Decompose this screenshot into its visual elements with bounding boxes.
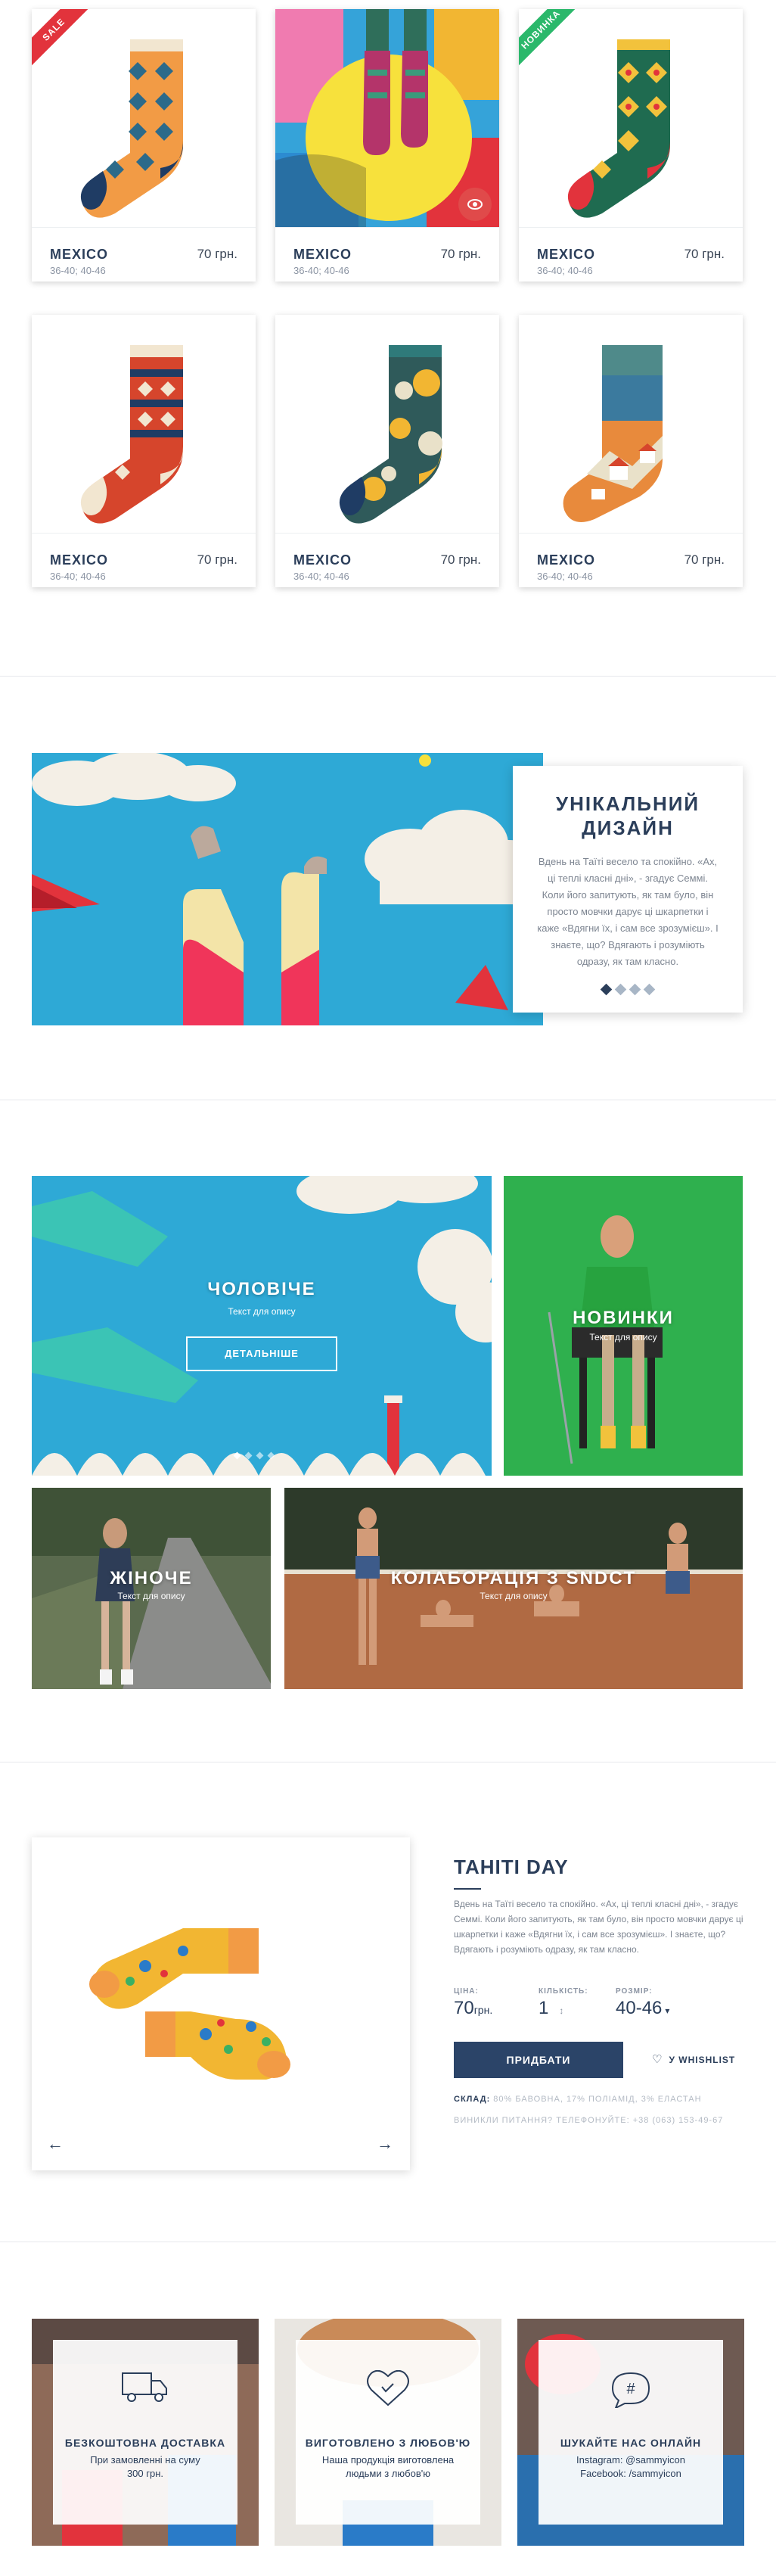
eye-icon [467, 199, 483, 210]
product-price: 70 грн. [684, 552, 725, 567]
sock-icon [567, 39, 670, 218]
feature-online: # ШУКАЙТЕ НАС ОНЛАЙН Instagram: @sammyic… [517, 2319, 744, 2546]
product-price: 70 грн. [684, 247, 725, 261]
category-subtitle: Текст для опису [117, 1591, 185, 1601]
details-button[interactable]: ДЕТАЛЬНІШЕ [186, 1336, 337, 1371]
product-name[interactable]: MEXICO [537, 247, 595, 263]
category-new[interactable]: НОВИНКИ Текст для опису [504, 1176, 743, 1476]
category-women[interactable]: ЖІНОЧЕ Текст для опису [32, 1488, 271, 1689]
quantity-stepper[interactable]: 1 ↕ [539, 1998, 563, 2019]
unique-design-panel: УНІКАЛЬНИЙ ДИЗАЙН Вдень на Таїті весело … [513, 766, 743, 1013]
slider-dot[interactable] [643, 983, 656, 996]
slider-dot[interactable] [600, 983, 613, 996]
truck-icon [122, 2372, 167, 2402]
size-select[interactable]: 40-46 ▾ [616, 1998, 669, 2019]
product-card[interactable]: MEXICO 70 грн. 36-40; 40-46 [519, 315, 743, 587]
stepper-arrows-icon[interactable]: ↕ [559, 2005, 563, 2016]
chevron-down-icon[interactable]: ▾ [665, 2005, 669, 2016]
product-card[interactable]: НОВИНКА MEXICO 70 грн. 36-40; 40-46 [519, 9, 743, 282]
hashtag-chat-icon: # [611, 2372, 650, 2408]
slider-dot[interactable] [256, 1451, 264, 1460]
slider-dots [513, 983, 743, 996]
slider-dot[interactable] [244, 1451, 253, 1460]
quick-view-button[interactable] [458, 188, 492, 221]
sock-icon [563, 345, 663, 522]
slider-dots [233, 1451, 275, 1460]
sock-icon [80, 39, 183, 218]
sock-icon [80, 345, 183, 524]
buy-button[interactable]: ПРИДБАТИ [454, 2042, 623, 2078]
quantity-label: КІЛЬКІСТЬ: [539, 1987, 588, 1996]
product-sizes: 36-40; 40-46 [293, 571, 349, 582]
feature-title: БЕЗКОШТОВНА ДОСТАВКА [64, 2437, 226, 2449]
product-image[interactable]: SALE [32, 9, 256, 227]
product-sizes: 36-40; 40-46 [293, 265, 349, 276]
price-value: 70грн. [454, 1998, 493, 2018]
prev-arrow-icon[interactable]: ← [47, 2134, 64, 2154]
feature-text: Наша продукція виготовлена людьми з любов… [321, 2454, 455, 2479]
heart-icon [367, 2370, 409, 2406]
title-underline [454, 1888, 481, 1890]
product-price: 70 грн. [440, 552, 481, 567]
product-name[interactable]: MEXICO [537, 552, 595, 568]
product-card[interactable]: SALE MEXICO 70 грн. 36-40; 40-46 [32, 9, 256, 282]
category-title: ЖІНОЧЕ [110, 1568, 193, 1588]
product-sizes: 36-40; 40-46 [537, 571, 593, 582]
feature-title: ШУКАЙТЕ НАС ОНЛАЙН [560, 2437, 702, 2449]
product-title: TAHITI DAY [454, 1856, 569, 1878]
product-card[interactable]: MEXICO 70 грн. 36-40; 40-46 [275, 9, 499, 282]
feature-delivery: БЕЗКОШТОВНА ДОСТАВКА При замовленні на с… [32, 2319, 259, 2546]
product-image[interactable] [32, 315, 256, 533]
category-title: КОЛАБОРАЦІЯ З SNDCT [390, 1568, 637, 1588]
product-sizes: 36-40; 40-46 [50, 571, 106, 582]
unique-design-text: Вдень на Таїті весело та спокійно. «Ах, … [537, 856, 719, 967]
category-collab[interactable]: КОЛАБОРАЦІЯ З SNDCT Текст для опису [284, 1488, 743, 1689]
feature-love: ВИГОТОВЛЕНО З ЛЮБОВ'Ю Наша продукція виг… [275, 2319, 501, 2546]
feature-text: При замовленні на суму 300 грн. [90, 2454, 200, 2479]
unique-design-title: УНІКАЛЬНИЙ ДИЗАЙН [555, 792, 700, 839]
product-image[interactable] [275, 9, 499, 227]
size-label: РОЗМІР: [616, 1987, 653, 1996]
product-image[interactable]: НОВИНКА [519, 9, 743, 227]
product-price: 70 грн. [440, 247, 481, 261]
svg-text:#: # [626, 2381, 635, 2397]
slider-dot[interactable] [629, 983, 641, 996]
product-name[interactable]: MEXICO [50, 247, 108, 263]
product-sizes: 36-40; 40-46 [537, 265, 593, 276]
category-men[interactable]: ЧОЛОВІЧЕ Текст для опису ДЕТАЛЬНІШЕ [32, 1176, 492, 1476]
next-arrow-icon[interactable]: → [377, 2134, 393, 2154]
product-card[interactable]: MEXICO 70 грн. 36-40; 40-46 [32, 315, 256, 587]
composition: СКЛАД: 80% БАВОВНА, 17% ПОЛІАМІД, 3% ЕЛА… [454, 2095, 702, 2104]
product-detail-image: ← → [32, 1837, 410, 2170]
product-card[interactable]: MEXICO 70 грн. 36-40; 40-46 [275, 315, 499, 587]
product-name[interactable]: MEXICO [50, 552, 108, 568]
slider-dot[interactable] [267, 1451, 275, 1460]
phone-info: ВИНИКЛИ ПИТАННЯ? ТЕЛЕФОНУЙТЕ: +38 (063) … [454, 2116, 724, 2125]
slider-dot[interactable] [233, 1451, 241, 1460]
slider-dot[interactable] [614, 983, 627, 996]
wishlist-button[interactable]: ♡ У WHISHLIST [652, 2052, 735, 2066]
product-image[interactable] [519, 315, 743, 533]
feature-title: ВИГОТОВЛЕНО З ЛЮБОВ'Ю [305, 2437, 471, 2449]
product-name[interactable]: MEXICO [293, 247, 352, 263]
product-image[interactable] [275, 315, 499, 533]
product-price: 70 грн. [197, 247, 237, 261]
divider [0, 676, 776, 677]
price-label: ЦІНА: [454, 1987, 479, 1996]
heart-icon: ♡ [652, 2053, 663, 2066]
feature-text: Instagram: @sammyicon Facebook: /sammyico… [576, 2454, 685, 2479]
category-subtitle: Текст для опису [589, 1332, 657, 1342]
product-description: Вдень на Таїті весело та спокійно. «Ах, … [454, 1899, 743, 1955]
product-sizes: 36-40; 40-46 [50, 265, 106, 276]
category-subtitle: Текст для опису [228, 1306, 296, 1317]
unique-design-image [32, 753, 543, 1025]
product-name[interactable]: MEXICO [293, 552, 352, 568]
category-subtitle: Текст для опису [480, 1591, 548, 1601]
category-title: ЧОЛОВІЧЕ [207, 1279, 316, 1299]
category-title: НОВИНКИ [573, 1308, 674, 1328]
sock-icon [339, 345, 442, 524]
product-price: 70 грн. [197, 552, 237, 567]
